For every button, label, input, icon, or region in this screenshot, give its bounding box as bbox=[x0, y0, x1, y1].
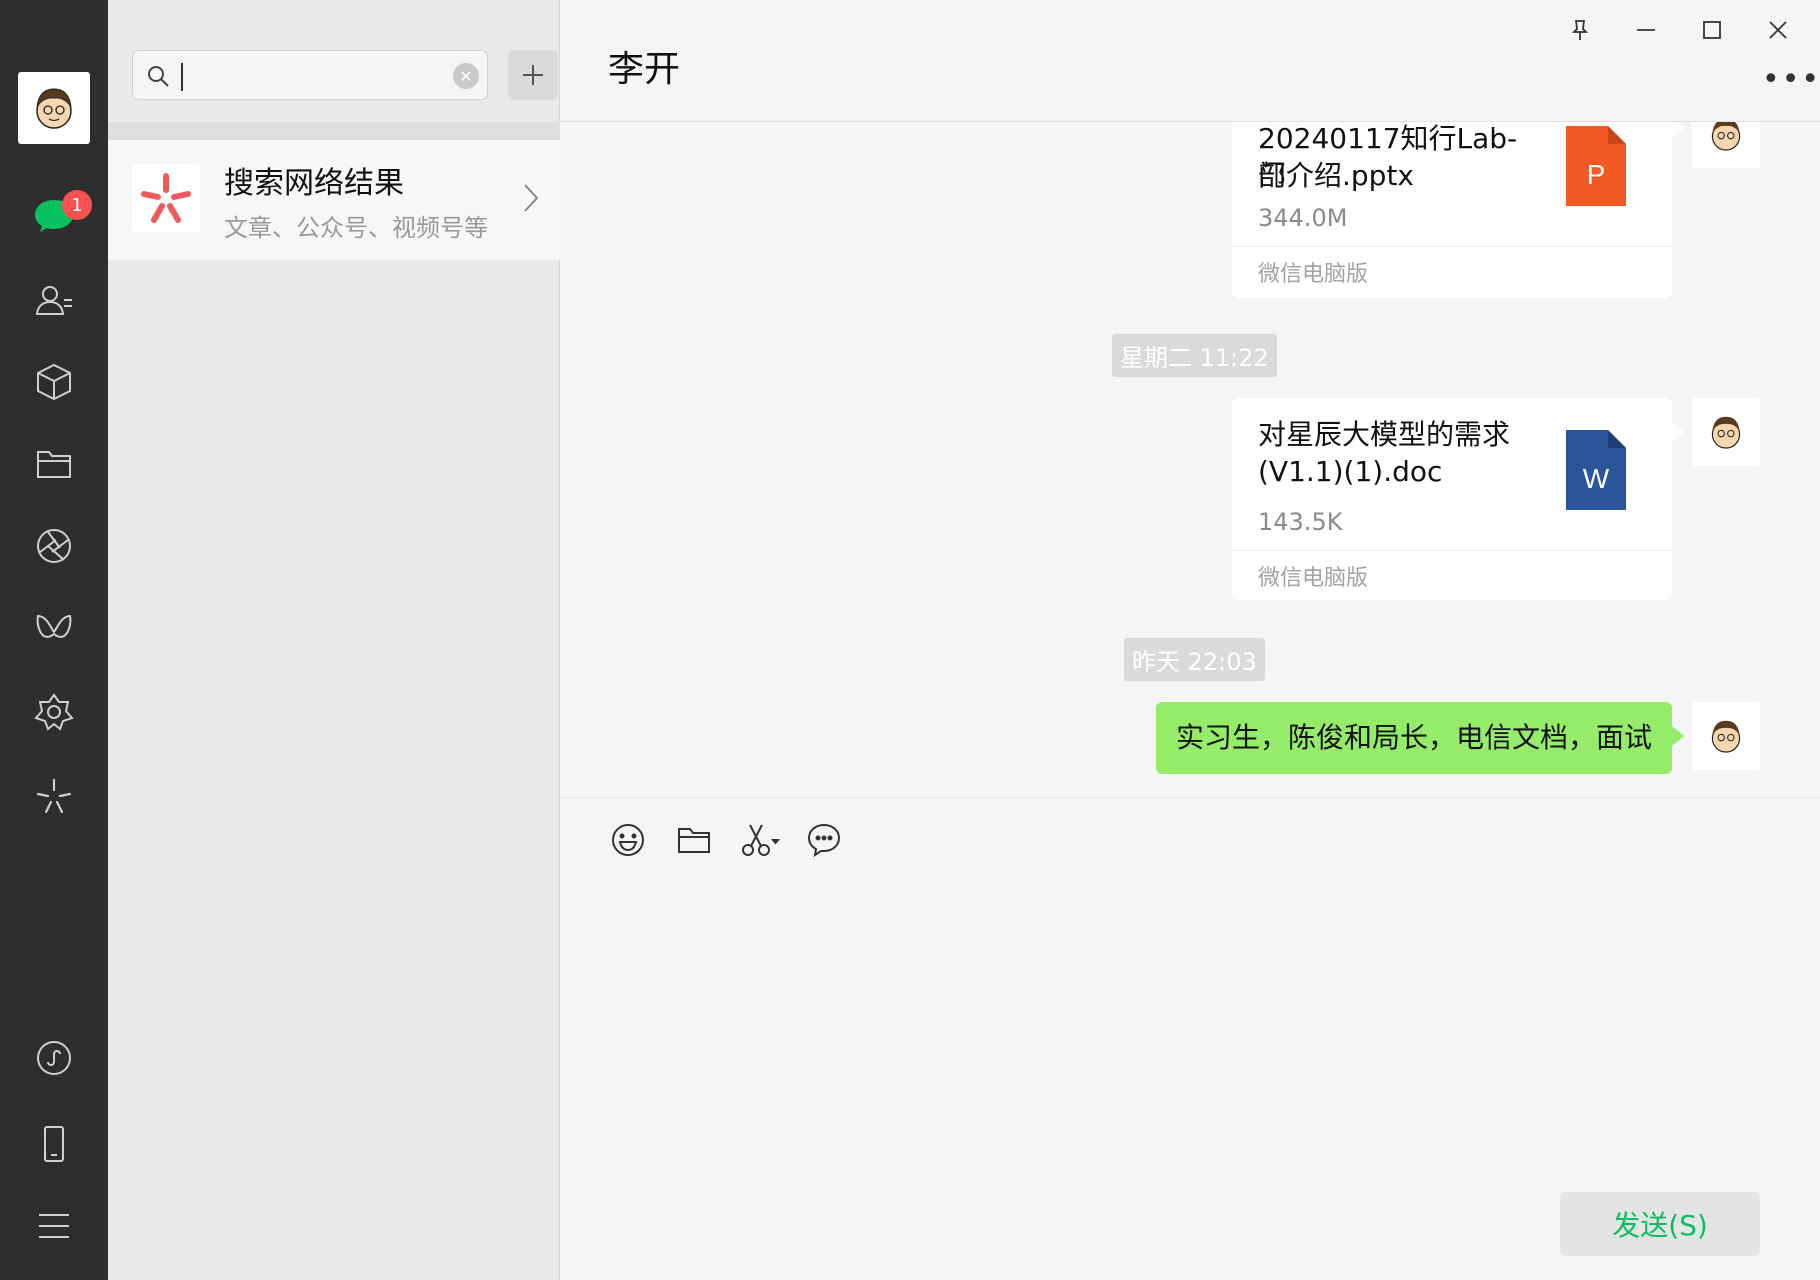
file-name-line1: 对星辰大模型的需求 bbox=[1258, 418, 1511, 451]
result-title: 搜索网络结果 bbox=[224, 166, 404, 201]
text-message[interactable]: 实习生，陈俊和局长，电信文档，面试 bbox=[1155, 702, 1672, 774]
card-separator bbox=[1232, 550, 1672, 551]
search-input[interactable]: ✕ bbox=[132, 50, 488, 100]
file-source: 微信电脑版 bbox=[1258, 566, 1369, 591]
file-size: 344.0M bbox=[1258, 204, 1348, 232]
chat-history-icon[interactable] bbox=[804, 820, 844, 860]
search-feature-icon[interactable] bbox=[30, 688, 78, 736]
user-avatar[interactable] bbox=[18, 72, 90, 144]
bubble-tail bbox=[1672, 726, 1684, 746]
maximize-icon[interactable] bbox=[1690, 8, 1734, 52]
moments-icon[interactable] bbox=[30, 522, 78, 570]
files-icon[interactable] bbox=[30, 440, 78, 488]
bubble-tail bbox=[1672, 422, 1684, 442]
clear-icon[interactable]: ✕ bbox=[453, 63, 479, 89]
more-options-icon[interactable]: ••• bbox=[1762, 62, 1820, 97]
folder-icon[interactable] bbox=[674, 820, 714, 860]
search-bar: ✕ bbox=[132, 50, 572, 100]
chevron-right-icon bbox=[522, 182, 540, 218]
search-logo-icon bbox=[132, 164, 200, 232]
send-button[interactable]: 发送(S) bbox=[1560, 1192, 1760, 1256]
file-message-doc[interactable]: 对星辰大模型的需求 (V1.1)(1).doc 143.5K W 微信电脑版 bbox=[1232, 398, 1672, 600]
contact-name: 李开 bbox=[608, 49, 681, 90]
minimize-icon[interactable] bbox=[1624, 8, 1668, 52]
ppt-file-icon: P bbox=[1566, 126, 1626, 206]
favorites-icon[interactable] bbox=[30, 358, 78, 406]
card-separator bbox=[1232, 246, 1672, 247]
emoji-icon[interactable] bbox=[608, 820, 648, 860]
bubble-tail bbox=[1672, 122, 1684, 138]
word-file-icon: W bbox=[1566, 430, 1626, 510]
message-avatar[interactable] bbox=[1692, 122, 1760, 168]
message-input[interactable] bbox=[560, 880, 1820, 1180]
timestamp: 昨天 22:03 bbox=[1124, 638, 1265, 681]
menu-icon[interactable] bbox=[30, 1202, 78, 1250]
svg-text:W: W bbox=[1583, 463, 1610, 494]
add-button[interactable] bbox=[508, 50, 558, 100]
search-panel: ✕ 搜索网络结果 文章、公众号、视频号等 bbox=[108, 0, 560, 1280]
timestamp: 星期二 11:22 bbox=[1112, 334, 1277, 377]
message-avatar[interactable] bbox=[1692, 398, 1760, 466]
file-source: 微信电脑版 bbox=[1258, 262, 1369, 287]
text-caret bbox=[181, 63, 183, 91]
file-name-line2: 门介绍.pptx bbox=[1258, 159, 1414, 192]
chat-header: 李开 ••• bbox=[560, 0, 1820, 122]
phone-icon[interactable] bbox=[30, 1120, 78, 1168]
channels-icon[interactable] bbox=[30, 606, 78, 654]
section-divider bbox=[108, 122, 560, 140]
message-list[interactable]: 20240117知行Lab-部 门介绍.pptx 344.0M P 微信电脑版 … bbox=[560, 122, 1820, 798]
unread-badge: 1 bbox=[62, 190, 92, 220]
message-avatar[interactable] bbox=[1692, 702, 1760, 770]
chat-panel: 李开 ••• 20240117知行Lab-部 门介绍.pptx 344.0M P… bbox=[560, 0, 1820, 1280]
mini-program-panel-icon[interactable] bbox=[30, 1034, 78, 1082]
screenshot-scissors-icon[interactable] bbox=[740, 820, 780, 860]
search-icon bbox=[145, 63, 171, 93]
contacts-icon[interactable] bbox=[30, 276, 78, 324]
svg-text:P: P bbox=[1587, 159, 1606, 190]
file-size: 143.5K bbox=[1258, 508, 1343, 536]
nav-rail: 1 bbox=[0, 0, 108, 1280]
pin-icon[interactable] bbox=[1558, 8, 1602, 52]
result-subtitle: 文章、公众号、视频号等 bbox=[224, 214, 488, 242]
close-icon[interactable] bbox=[1756, 8, 1800, 52]
file-message-pptx[interactable]: 20240117知行Lab-部 门介绍.pptx 344.0M P 微信电脑版 bbox=[1232, 122, 1672, 298]
mini-programs-icon[interactable] bbox=[30, 772, 78, 820]
file-name-line2: (V1.1)(1).doc bbox=[1258, 455, 1443, 488]
search-web-results[interactable]: 搜索网络结果 文章、公众号、视频号等 bbox=[108, 140, 560, 260]
